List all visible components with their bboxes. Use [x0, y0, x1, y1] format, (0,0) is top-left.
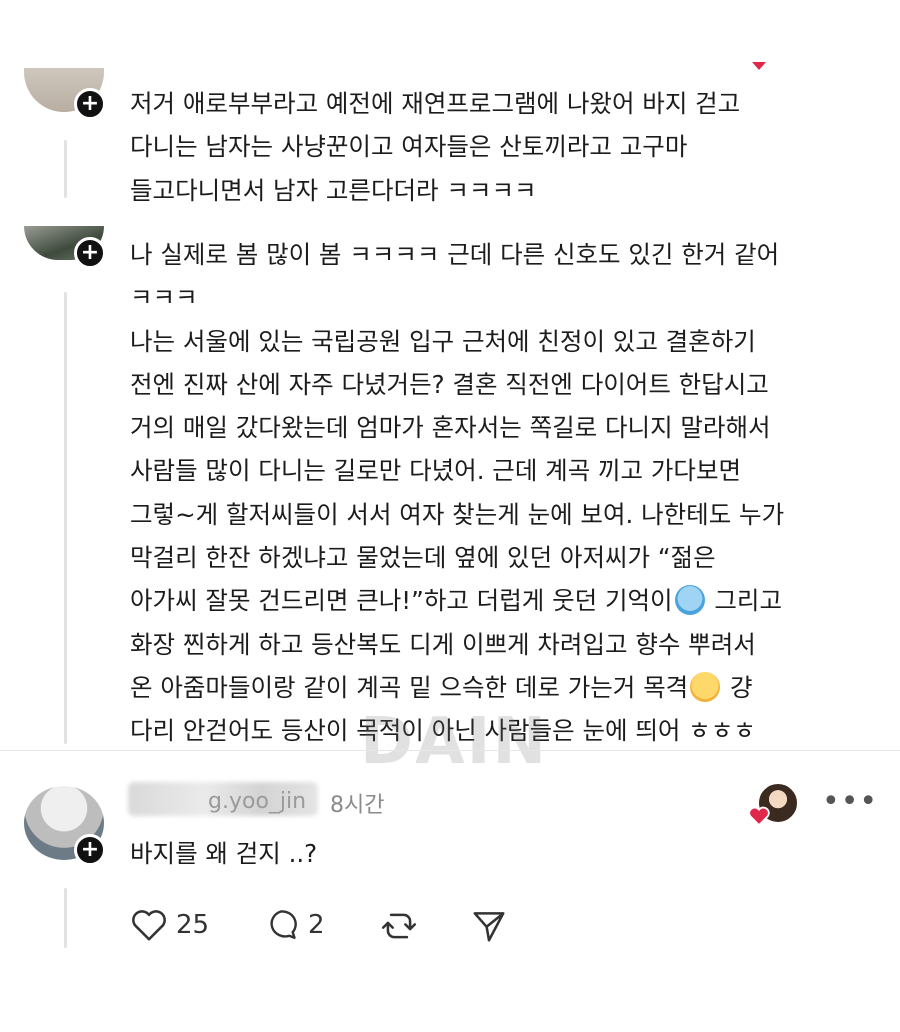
comment-line: 그렇~게 할저씨들이 서서 여자 찾는게 눈에 보여. 나한테도 누가 [130, 499, 785, 529]
hand-over-mouth-emoji-icon [690, 671, 721, 702]
comment-icon [270, 910, 297, 939]
comment-line: 사람들 많이 다니는 길로만 다녔어. 근데 계곡 끼고 가다보면 [130, 456, 742, 486]
comment-text: 저거 애로부부라고 예전에 재연프로그램에 나왔어 바지 걷고 다니는 남자는 … [130, 82, 870, 212]
comment-line: 막걸리 한잔 하겠냐고 물었는데 옆에 있던 아저씨가 “젊은 [130, 543, 716, 573]
follow-plus-icon[interactable]: + [74, 237, 106, 269]
more-horizontal-icon[interactable]: ••• [822, 784, 878, 819]
send-icon [473, 912, 505, 942]
comment-text: 나 실제로 봄 많이 봄 ㅋㅋㅋㅋ 근데 다른 신호도 있긴 한거 같어 ㅋㅋㅋ… [130, 233, 870, 753]
thread-line [64, 292, 67, 744]
reply-text: 바지를 왜 걷지 ..? [130, 839, 318, 868]
cold-face-emoji-icon [674, 585, 705, 616]
comment-fragment: 그리고 [714, 586, 783, 616]
username[interactable]: g.yoo_jin [208, 789, 306, 814]
thread-line [64, 140, 67, 198]
comment-fragment: 걍 [729, 672, 753, 702]
comment-line: 들고다니면서 남자 고른다더라 ㅋㅋㅋㅋ [130, 175, 537, 205]
partial-heart-icon [752, 62, 766, 70]
comment-line: ㅋㅋㅋ [130, 283, 198, 313]
comment-fragment: 아가씨 잘못 건드리면 큰나!”하고 더럽게 웃던 기억이 [130, 586, 673, 616]
comment-line: 나 실제로 봄 많이 봄 ㅋㅋㅋㅋ 근데 다른 신호도 있긴 한거 같어 [130, 240, 780, 269]
comment-line: 온 아줌마들이랑 같이 계곡 밑 으슥한 데로 가는거 목격 걍 [130, 666, 870, 709]
comment-fragment: 온 아줌마들이랑 같이 계곡 밑 으슥한 데로 가는거 목격 [130, 672, 689, 702]
repost-icon [381, 913, 417, 939]
heart-icon [132, 910, 166, 941]
comment-line: 나는 서울에 있는 국립공원 입구 근처에 친정이 있고 결혼하기 [130, 326, 756, 356]
watermark: DAIN [360, 705, 549, 779]
comment-line: 전엔 진짜 산에 자주 다녔거든? 결혼 직전엔 다이어트 한답시고 [130, 369, 769, 399]
timestamp: 8시간 [330, 793, 385, 818]
follow-plus-icon[interactable]: + [74, 834, 106, 866]
comment-line: 저거 애로부부라고 예전에 재연프로그램에 나왔어 바지 걷고 [130, 89, 741, 118]
divider [0, 750, 900, 751]
comment-line: 거의 매일 갔다왔는데 엄마가 혼자서는 쪽길로 다니지 말라해서 [130, 413, 771, 443]
comment-line: 아가씨 잘못 건드리면 큰나!”하고 더럽게 웃던 기억이 그리고 [130, 579, 870, 622]
repost-button[interactable] [380, 907, 418, 945]
like-button[interactable]: 25 [130, 907, 209, 943]
follow-plus-icon[interactable]: + [74, 88, 106, 120]
thread-line [64, 888, 67, 948]
comment-line: 다니는 남자는 사냥꾼이고 여자들은 산토끼라고 고구마 [130, 132, 688, 162]
liked-heart-icon [748, 806, 770, 826]
comment-line: 화장 찐하게 하고 등산복도 디게 이쁘게 차려입고 향수 뿌려서 [130, 629, 756, 659]
reply-count: 2 [308, 910, 325, 940]
comment-button[interactable]: 2 [262, 907, 325, 943]
like-count: 25 [176, 910, 210, 940]
share-button[interactable] [470, 907, 508, 945]
